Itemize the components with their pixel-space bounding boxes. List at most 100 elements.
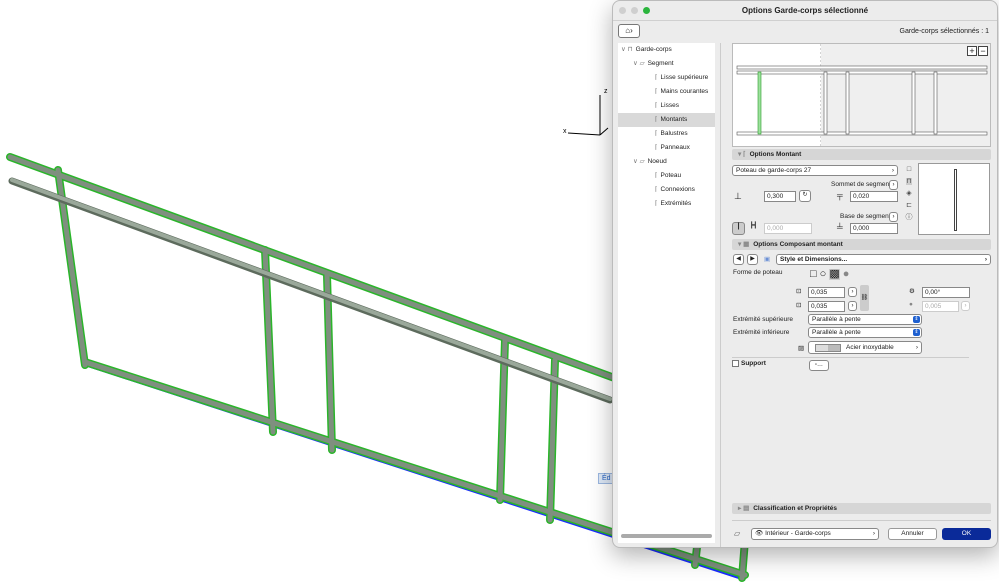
zoom-button[interactable] (643, 7, 650, 14)
view-mode-icons[interactable]: □ ⊓ ◈ ⊏ ⓘ (904, 164, 914, 224)
horizontal-scrollbar[interactable] (621, 534, 712, 538)
material-value: Acier inoxydable (846, 344, 894, 351)
tree-item[interactable]: ∨ ▱ Segment (618, 57, 715, 71)
expand-chevron-icon[interactable]: ∨ (621, 46, 628, 53)
spacing-field: 0,000 (764, 223, 812, 234)
component-icon: ▾ ▦ (738, 241, 750, 248)
offset-field[interactable]: 0,300 (764, 191, 796, 202)
square-solid-shape-icon[interactable]: ▩ (829, 269, 840, 280)
tree-item-icon: ▱ (639, 158, 645, 165)
tree-item[interactable]: ⌈ Montants (618, 113, 715, 127)
zoom-in-button[interactable]: + (967, 46, 977, 56)
depth-field[interactable]: 0,035 (808, 301, 845, 312)
tree-item[interactable]: ⌈ Balustres (618, 127, 715, 141)
axis-x-label: x (563, 128, 567, 135)
tree-item-label: Extrémités (660, 200, 692, 207)
ext-sup-label: Extrémité supérieure (733, 316, 793, 323)
round-solid-shape-icon[interactable]: ● (843, 269, 850, 280)
axis-gizmo (567, 95, 609, 136)
tree-item[interactable]: ⌈ Poteau (618, 169, 715, 183)
base-field[interactable]: 0,000 (850, 223, 898, 234)
axis-z-label: z (604, 88, 608, 95)
next-page-button[interactable]: ▶ (747, 254, 758, 265)
expand-chevron-icon[interactable]: ∨ (633, 60, 640, 67)
material-swatch (815, 344, 841, 352)
cancel-button[interactable]: Annuler (888, 528, 937, 540)
depth-menu-button[interactable]: › (848, 301, 857, 311)
options-montant-header[interactable]: ▾ ⌈ Options Montant (732, 149, 991, 160)
zoom-out-button[interactable]: − (978, 46, 988, 56)
tree-item[interactable]: ⌈ Connexions (618, 183, 715, 197)
page-select[interactable]: Style et Dimensions... › (776, 254, 991, 265)
angle-field[interactable]: 0,00° (922, 287, 970, 298)
support-checkbox[interactable]: Support (732, 360, 766, 367)
tree-item[interactable]: ⌈ Mains courantes (618, 85, 715, 99)
ext-inf-select[interactable]: Parallèle à pente ⇕ (808, 327, 922, 338)
selected-count: Garde-corps sélectionnés : 1 (899, 28, 990, 35)
tree-item[interactable]: ∨ ⊓ Garde-corps (618, 43, 715, 57)
single-post-toggle[interactable]: ┃ (732, 222, 745, 235)
width-menu-button[interactable]: › (848, 287, 857, 297)
sommet-label: Sommet de segment (831, 181, 891, 188)
splitter[interactable] (720, 43, 721, 547)
tree-item-label: Segment (647, 60, 674, 67)
tree-item-label: Montants (660, 116, 688, 123)
page-select-value: Style et Dimensions... (780, 256, 848, 263)
tree-item-icon: ⌈ (655, 74, 658, 81)
radius-menu-button: › (961, 301, 970, 311)
shape-options[interactable]: □ ○ ▩ ● (810, 269, 849, 280)
tree-item-label: Panneaux (660, 144, 690, 151)
tree-item[interactable]: ⌈ Extrémités (618, 197, 715, 211)
options-composant-header[interactable]: ▾ ▦ Options Composant montant (732, 239, 991, 250)
offset-icon: ⊥ (734, 191, 742, 201)
sommet-menu-button[interactable]: › (889, 180, 898, 190)
classification-header[interactable]: ▸ ▤ Classification et Propriétés (732, 503, 991, 514)
radius-field: 0,005 (922, 301, 959, 312)
round-shape-icon[interactable]: ○ (820, 269, 827, 280)
square-shape-icon[interactable]: □ (810, 269, 817, 280)
expand-chevron-icon[interactable]: ∨ (633, 158, 640, 165)
tree-item[interactable]: ⌈ Panneaux (618, 141, 715, 155)
tree-item-icon: ⌈ (655, 144, 658, 151)
layer-icon: ▱ (734, 529, 741, 538)
chevron-right-icon: › (891, 167, 894, 174)
tree-item-label: Mains courantes (660, 88, 709, 95)
tree-item-label: Noeud (647, 158, 667, 165)
tree-item[interactable]: ∨ ▱ Noeud (618, 155, 715, 169)
profile-select[interactable]: Poteau de garde-corps 27 › (732, 165, 898, 176)
post-preview (918, 163, 990, 235)
material-icon: ▨ (798, 345, 805, 352)
spacing-toggle[interactable]: ┣┫ (747, 222, 760, 235)
reset-offset-button[interactable]: ↻ (799, 190, 811, 202)
tree-item-icon: ⌈ (655, 130, 658, 137)
width-icon: ⊡ (796, 288, 802, 295)
support-label: Support (741, 360, 766, 368)
ext-inf-label: Extrémité inférieure (733, 329, 790, 336)
tree-item[interactable]: ⌈ Lisse supérieure (618, 71, 715, 85)
title-bar: Options Garde-corps sélectionné (613, 1, 997, 21)
top-offset-icon: ╤ (837, 191, 843, 200)
base-menu-button[interactable]: › (889, 212, 898, 222)
ext-sup-select[interactable]: Parallèle à pente ⇕ (808, 314, 922, 325)
link-dimensions-toggle[interactable]: ⛓ (860, 285, 869, 311)
close-button[interactable] (619, 7, 626, 14)
ok-button[interactable]: OK (942, 528, 991, 540)
tree-item-icon: ▱ (639, 60, 645, 67)
tree-item-label: Lisses (660, 102, 679, 109)
segment-preview[interactable]: + − (732, 43, 991, 147)
tree-item-label: Connexions (660, 186, 695, 193)
settings-icon[interactable]: ▣ (764, 255, 770, 263)
chevron-right-icon: › (872, 530, 875, 537)
sommet-field[interactable]: 0,020 (850, 191, 898, 202)
settings-tree: ∨ ⊓ Garde-corps ∨ ▱ Segment ⌈ Lisse supérieur… (618, 43, 715, 543)
width-field[interactable]: 0,035 (808, 287, 845, 298)
tree-item-label: Poteau (660, 172, 682, 179)
layer-select[interactable]: 👁︎ Intérieur - Garde-corps › (751, 528, 879, 540)
support-settings-button[interactable]: ▫… (809, 360, 829, 371)
previous-page-button[interactable]: ◀ (733, 254, 744, 265)
favorites-button[interactable]: ⌂› (618, 24, 640, 38)
material-select[interactable]: Acier inoxydable › (808, 341, 922, 354)
tree-item[interactable]: ⌈ Lisses (618, 99, 715, 113)
profile-value: Poteau de garde-corps 27 (736, 167, 812, 174)
minimize-button[interactable] (631, 7, 638, 14)
